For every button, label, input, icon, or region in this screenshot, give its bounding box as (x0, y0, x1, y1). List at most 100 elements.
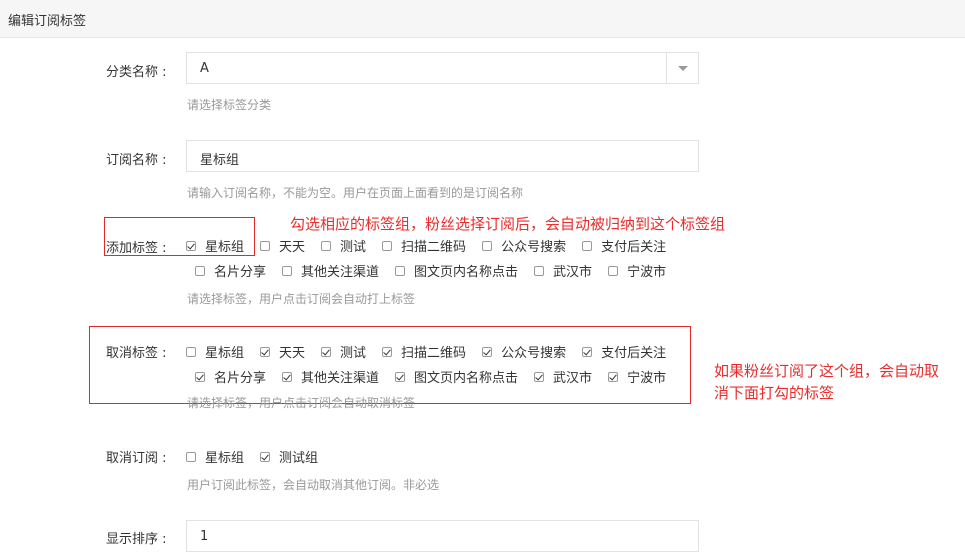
subscription-name-hint: 请输入订阅名称，不能为空。用户在页面上面看到的是订阅名称 (187, 186, 524, 200)
checkbox-box[interactable] (382, 346, 393, 357)
checkbox-box[interactable] (582, 240, 593, 251)
add-tags-hint: 请选择标签，用户点击订阅会自动打上标签 (187, 292, 416, 306)
remove-tags-row-1: 星标组 天天 测试 扫描二维码 公众号搜索 支付后关注 (186, 342, 682, 361)
subscription-name-value: 星标组 (200, 153, 240, 168)
checkbox-label: 名片分享 (214, 371, 267, 386)
cancel-subscription-label: 取消订阅 : (106, 451, 167, 466)
checkbox-label: 名片分享 (214, 265, 267, 280)
checkbox-label: 测试 (340, 346, 367, 361)
sort-order-label: 显示排序 : (106, 532, 167, 547)
category-hint: 请选择标签分类 (187, 98, 272, 112)
checkbox-box[interactable] (534, 265, 545, 276)
checkbox-box[interactable] (395, 265, 406, 276)
checkbox-box[interactable] (186, 240, 196, 251)
remove-tags-label: 取消标签 : (106, 346, 167, 361)
remove-tags-annotation-line-1: 如果粉丝订阅了这个组，会自动取 (714, 362, 940, 380)
checkbox-label: 宁波市 (627, 371, 667, 386)
page-title: 编辑订阅标签 (8, 14, 87, 29)
add-tag-checkbox[interactable]: 扫描二维码 (382, 236, 466, 255)
remove-tag-checkbox[interactable]: 图文页内名称点击 (395, 367, 518, 386)
remove-tag-checkbox[interactable]: 星标组 (186, 342, 244, 361)
checkbox-box[interactable] (195, 371, 205, 382)
checkbox-box[interactable] (582, 346, 593, 357)
cancel-subscription-checkbox[interactable]: 测试组 (260, 447, 318, 466)
checkbox-box[interactable] (282, 265, 293, 276)
add-tag-checkbox[interactable]: 星标组 (186, 236, 244, 255)
category-select-value: A (200, 61, 209, 76)
category-label: 分类名称 : (106, 65, 167, 80)
add-tag-checkbox[interactable]: 支付后关注 (582, 236, 666, 255)
checkbox-label: 图文页内名称点击 (414, 265, 519, 280)
checkbox-label: 支付后关注 (601, 346, 667, 361)
remove-tag-checkbox[interactable]: 天天 (260, 342, 305, 361)
category-select[interactable]: A (186, 52, 699, 84)
checkbox-label: 测试组 (279, 451, 319, 466)
checkbox-box[interactable] (382, 240, 393, 251)
checkbox-label: 扫描二维码 (401, 240, 467, 255)
add-tag-checkbox[interactable]: 测试 (321, 236, 366, 255)
remove-tag-checkbox[interactable]: 公众号搜索 (482, 342, 566, 361)
checkbox-label: 图文页内名称点击 (414, 371, 519, 386)
select-dropdown-button[interactable] (666, 53, 698, 83)
checkbox-label: 宁波市 (627, 265, 667, 280)
add-tag-checkbox[interactable]: 天天 (260, 236, 305, 255)
checkbox-label: 测试 (340, 240, 367, 255)
add-tag-checkbox[interactable]: 其他关注渠道 (282, 261, 379, 280)
checkbox-box[interactable] (608, 371, 619, 382)
checkbox-box[interactable] (186, 451, 196, 462)
checkbox-box[interactable] (260, 240, 271, 251)
add-tag-checkbox[interactable]: 宁波市 (608, 261, 666, 280)
add-tag-checkbox[interactable]: 图文页内名称点击 (395, 261, 518, 280)
checkbox-box[interactable] (395, 371, 406, 382)
add-tag-checkbox[interactable]: 武汉市 (534, 261, 592, 280)
add-tags-row-1: 星标组 天天 测试 扫描二维码 公众号搜索 支付后关注 (186, 236, 682, 255)
checkbox-box[interactable] (260, 346, 271, 357)
sort-order-input[interactable]: 1 (186, 520, 699, 552)
cancel-subscription-checkbox[interactable]: 星标组 (186, 447, 244, 466)
checkbox-box[interactable] (482, 346, 493, 357)
page-header: 编辑订阅标签 (0, 0, 965, 38)
checkbox-label: 扫描二维码 (401, 346, 467, 361)
checkbox-label: 公众号搜索 (501, 346, 567, 361)
checkbox-label: 星标组 (205, 451, 245, 466)
sort-order-value: 1 (200, 529, 209, 544)
cancel-subscription-hint: 用户订阅此标签，会自动取消其他订阅。非必选 (187, 478, 440, 492)
subscription-name-label: 订阅名称 : (106, 153, 167, 168)
add-tag-checkbox[interactable]: 名片分享 (195, 261, 266, 280)
add-tags-row-2: 名片分享 其他关注渠道 图文页内名称点击 武汉市 宁波市 (195, 261, 682, 280)
add-tag-checkbox[interactable]: 公众号搜索 (482, 236, 566, 255)
checkbox-box[interactable] (195, 265, 205, 276)
checkbox-label: 武汉市 (553, 371, 593, 386)
subscription-name-input[interactable]: 星标组 (186, 140, 699, 172)
checkbox-label: 其他关注渠道 (301, 371, 380, 386)
checkbox-label: 天天 (279, 240, 306, 255)
checkbox-label: 支付后关注 (601, 240, 667, 255)
checkbox-label: 天天 (279, 346, 306, 361)
remove-tag-checkbox[interactable]: 支付后关注 (582, 342, 666, 361)
add-tags-annotation: 勾选相应的标签组，粉丝选择订阅后，会自动被归纳到这个标签组 (290, 215, 726, 233)
remove-tag-checkbox[interactable]: 武汉市 (534, 367, 592, 386)
remove-tag-checkbox[interactable]: 名片分享 (195, 367, 266, 386)
add-tags-label: 添加标签 : (106, 241, 167, 256)
chevron-down-icon (678, 66, 688, 71)
remove-tag-checkbox[interactable]: 宁波市 (608, 367, 666, 386)
remove-tag-checkbox[interactable]: 其他关注渠道 (282, 367, 379, 386)
checkbox-box[interactable] (534, 371, 545, 382)
cancel-subscription-options: 星标组 测试组 (186, 447, 334, 466)
remove-tags-highlight-box (89, 326, 691, 404)
checkbox-box[interactable] (608, 265, 619, 276)
remove-tag-checkbox[interactable]: 扫描二维码 (382, 342, 466, 361)
checkbox-label: 武汉市 (553, 265, 593, 280)
checkbox-label: 星标组 (205, 240, 245, 255)
checkbox-box[interactable] (321, 346, 332, 357)
checkbox-box[interactable] (321, 240, 332, 251)
checkbox-box[interactable] (282, 371, 293, 382)
checkbox-label: 其他关注渠道 (301, 265, 380, 280)
checkbox-box[interactable] (186, 346, 196, 357)
remove-tags-hint: 请选择标签，用户点击订阅会自动取消标签 (187, 396, 416, 410)
remove-tag-checkbox[interactable]: 测试 (321, 342, 366, 361)
checkbox-label: 公众号搜索 (501, 240, 567, 255)
remove-tags-annotation-line-2: 消下面打勾的标签 (714, 384, 835, 402)
checkbox-box[interactable] (260, 451, 271, 462)
checkbox-box[interactable] (482, 240, 493, 251)
